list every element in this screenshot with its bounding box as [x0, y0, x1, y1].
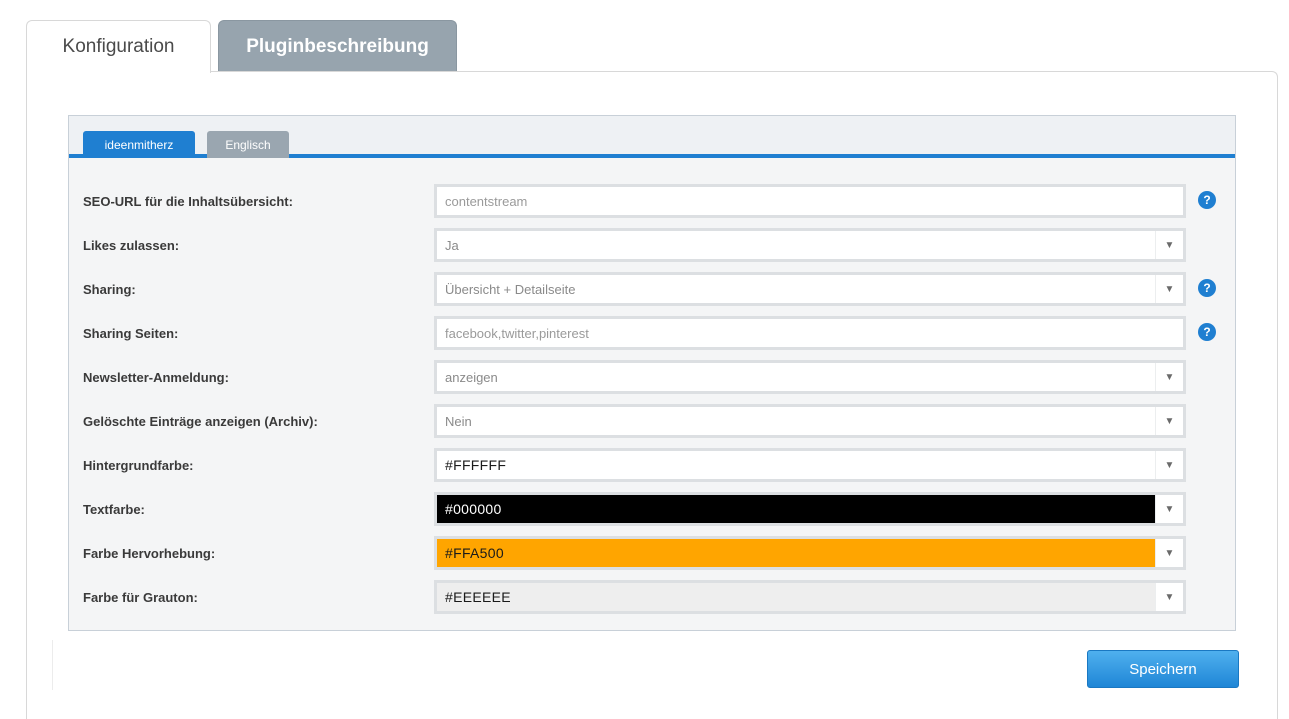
color-swatch: #FFFFFF: [437, 451, 1155, 479]
form-row-sharing: Sharing: Übersicht + Detailseite ▼ ?: [69, 267, 1235, 311]
chevron-down-icon[interactable]: ▼: [1155, 275, 1183, 303]
help-icon[interactable]: ?: [1198, 191, 1216, 209]
seo-url-input[interactable]: contentstream: [434, 184, 1186, 218]
tab-konfiguration[interactable]: Konfiguration: [26, 20, 211, 73]
chevron-down-icon[interactable]: ▼: [1155, 231, 1183, 259]
text-color-picker[interactable]: #000000 ▼: [434, 492, 1186, 526]
form-row-likes: Likes zulassen: Ja ▼: [69, 223, 1235, 267]
archive-select[interactable]: Nein ▼: [434, 404, 1186, 438]
background-color-value: #FFFFFF: [445, 457, 507, 473]
grey-color-picker[interactable]: #EEEEEE ▼: [434, 580, 1186, 614]
highlight-color-value: #FFA500: [445, 545, 504, 561]
sharing-value: Übersicht + Detailseite: [445, 281, 576, 297]
background-color-label: Hintergrundfarbe:: [83, 457, 194, 473]
form-row-sharing-pages: Sharing Seiten: facebook,twitter,pintere…: [69, 311, 1235, 355]
grey-color-label: Farbe für Grauton:: [83, 589, 198, 605]
form-row-background-color: Hintergrundfarbe: #FFFFFF ▼: [69, 443, 1235, 487]
text-color-value: #000000: [445, 501, 502, 517]
tab-pluginbeschreibung[interactable]: Pluginbeschreibung: [218, 20, 457, 72]
form-footer: [52, 640, 1252, 690]
save-button[interactable]: Speichern: [1087, 650, 1239, 688]
tab-language-ideenmitherz[interactable]: ideenmitherz: [83, 131, 195, 158]
newsletter-value: anzeigen: [445, 369, 498, 385]
likes-label: Likes zulassen:: [83, 237, 180, 253]
newsletter-select[interactable]: anzeigen ▼: [434, 360, 1186, 394]
language-tab-bar: ideenmitherz Englisch: [69, 116, 1235, 158]
seo-url-label: SEO-URL für die Inhaltsübersicht:: [83, 193, 293, 209]
sharing-pages-label: Sharing Seiten:: [83, 325, 179, 341]
sharing-label: Sharing:: [83, 281, 136, 297]
archive-value: Nein: [445, 413, 472, 429]
background-color-picker[interactable]: #FFFFFF ▼: [434, 448, 1186, 482]
color-swatch: #EEEEEE: [437, 583, 1155, 611]
form-row-archive: Gelöschte Einträge anzeigen (Archiv): Ne…: [69, 399, 1235, 443]
color-swatch: #FFA500: [437, 539, 1155, 567]
help-icon[interactable]: ?: [1198, 323, 1216, 341]
chevron-down-icon[interactable]: ▼: [1155, 539, 1183, 567]
form-row-grey-color: Farbe für Grauton: #EEEEEE ▼: [69, 575, 1235, 619]
config-form: ideenmitherz Englisch SEO-URL für die In…: [68, 115, 1236, 631]
plugin-config-page: Konfiguration Pluginbeschreibung ideenmi…: [0, 0, 1289, 719]
likes-value: Ja: [445, 237, 459, 253]
archive-label: Gelöschte Einträge anzeigen (Archiv):: [83, 413, 318, 429]
seo-url-value: contentstream: [445, 193, 528, 209]
newsletter-label: Newsletter-Anmeldung:: [83, 369, 229, 385]
likes-select[interactable]: Ja ▼: [434, 228, 1186, 262]
help-icon[interactable]: ?: [1198, 279, 1216, 297]
chevron-down-icon[interactable]: ▼: [1155, 363, 1183, 391]
sharing-pages-input[interactable]: facebook,twitter,pinterest: [434, 316, 1186, 350]
chevron-down-icon[interactable]: ▼: [1155, 583, 1183, 611]
form-row-newsletter: Newsletter-Anmeldung: anzeigen ▼: [69, 355, 1235, 399]
tab-language-englisch[interactable]: Englisch: [207, 131, 289, 158]
chevron-down-icon[interactable]: ▼: [1155, 407, 1183, 435]
form-row-text-color: Textfarbe: #000000 ▼: [69, 487, 1235, 531]
form-row-highlight-color: Farbe Hervorhebung: #FFA500 ▼: [69, 531, 1235, 575]
color-swatch: #000000: [437, 495, 1155, 523]
chevron-down-icon[interactable]: ▼: [1155, 451, 1183, 479]
sharing-select[interactable]: Übersicht + Detailseite ▼: [434, 272, 1186, 306]
form-row-seo-url: SEO-URL für die Inhaltsübersicht: conten…: [69, 179, 1235, 223]
highlight-color-label: Farbe Hervorhebung:: [83, 545, 216, 561]
text-color-label: Textfarbe:: [83, 501, 145, 517]
chevron-down-icon[interactable]: ▼: [1155, 495, 1183, 523]
sharing-pages-value: facebook,twitter,pinterest: [445, 325, 589, 341]
grey-color-value: #EEEEEE: [445, 589, 511, 605]
highlight-color-picker[interactable]: #FFA500 ▼: [434, 536, 1186, 570]
